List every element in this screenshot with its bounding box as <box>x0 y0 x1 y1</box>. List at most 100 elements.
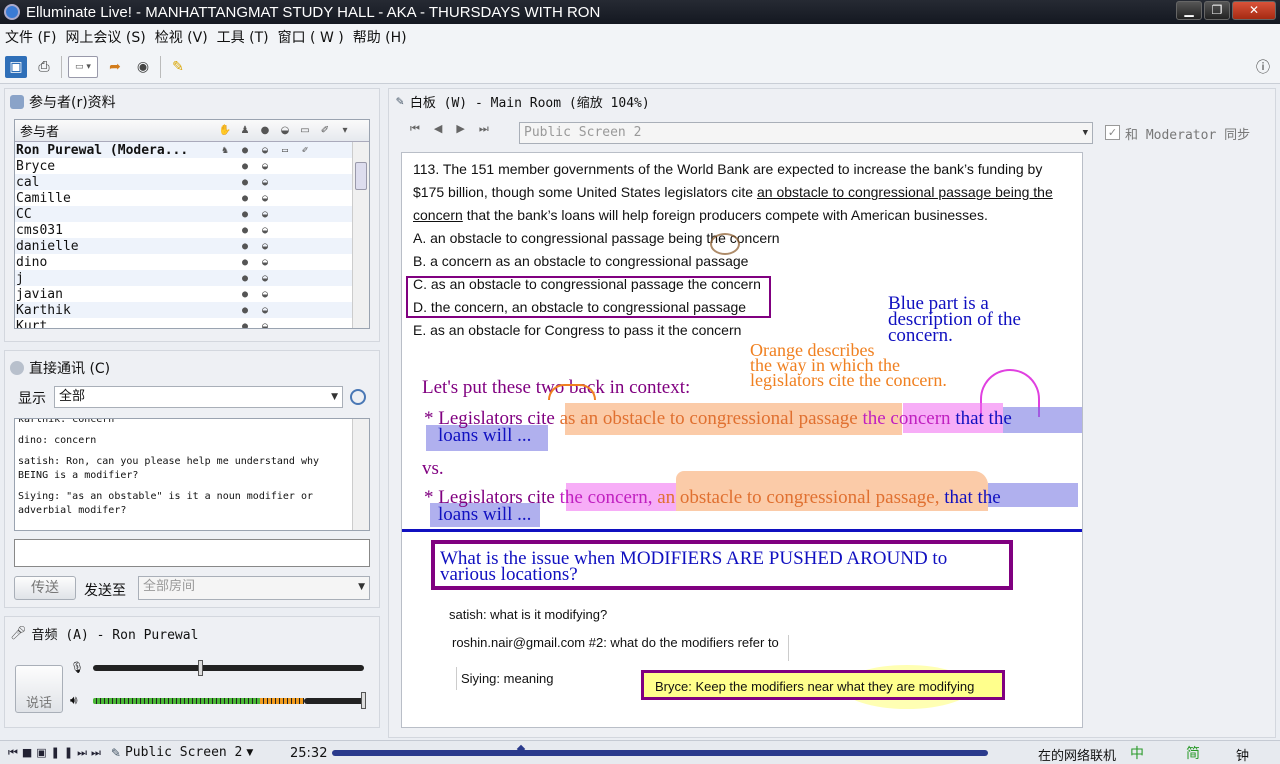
first-screen-icon[interactable]: ⏮ <box>410 122 420 136</box>
list-item[interactable]: cal ● ◒ <box>15 174 369 190</box>
chevron-down-icon[interactable]: ▼ <box>246 748 253 758</box>
layout-icon[interactable]: ▭ ▾ <box>68 55 98 78</box>
chat-input[interactable] <box>14 539 370 567</box>
user-icon: ● <box>241 320 249 329</box>
chat-permission-icon[interactable]: ◒ <box>275 125 295 136</box>
pen-icon: ✐ <box>301 144 309 156</box>
sentence-one: * Legislators cite as an obstacle to con… <box>424 408 1012 446</box>
list-item[interactable]: Karthik ● ◒ <box>15 302 369 318</box>
screen-nav: ⏮ ◀ ▶ ⏭ <box>410 122 489 136</box>
save-icon[interactable]: ▣ <box>5 55 27 78</box>
help-icon[interactable]: ⓘ <box>1252 56 1274 78</box>
menu-bar: 文件 (F) 网上会议 (S) 检视 (V) 工具 (T) 窗口 ( W ) 帮… <box>0 24 1280 50</box>
microphone-icon: 🎤︎ <box>10 626 27 641</box>
list-item[interactable]: Camille ● ◒ <box>15 190 369 206</box>
sync-label: 和 Moderator 同步 <box>1125 128 1251 143</box>
menu-session[interactable]: 网上会议 (S) <box>65 27 145 47</box>
note-satish: satish: what is it modifying? <box>449 607 608 622</box>
last-screen-icon[interactable]: ⏭ <box>479 122 489 136</box>
menu-window[interactable]: 窗口 ( W ) <box>278 27 344 47</box>
talk-button[interactable]: 说话 <box>15 665 63 713</box>
ime-simplified[interactable]: 简 <box>1186 743 1200 763</box>
list-item[interactable]: Bryce ● ◒ <box>15 158 369 174</box>
speaker-slider-thumb[interactable] <box>361 692 366 709</box>
list-item[interactable]: javian ● ◒ <box>15 286 369 302</box>
share-icon[interactable]: ➦ <box>104 56 126 78</box>
blue-highlight <box>988 483 1078 507</box>
user-icon: ● <box>241 240 249 252</box>
list-item[interactable]: CC ● ◒ <box>15 206 369 222</box>
minimize-button[interactable]: ▁ <box>1176 1 1202 20</box>
toolbar-divider <box>61 55 62 78</box>
user-icon: ● <box>241 208 249 220</box>
blue-highlight <box>1003 407 1082 433</box>
prev-screen-icon[interactable]: ◀ <box>434 122 442 136</box>
next-screen-icon[interactable]: ▶ <box>456 122 464 136</box>
question-line: $175 billion, though some United States … <box>413 184 1053 200</box>
moderator-icon[interactable]: ♟ <box>235 125 255 136</box>
menu-file[interactable]: 文件 (F) <box>5 27 56 47</box>
clock-icon[interactable] <box>350 389 366 405</box>
speaker-level-meter <box>93 698 275 704</box>
chat-icon: ◒ <box>261 240 269 252</box>
sync-checkbox[interactable]: ✓ <box>1105 125 1120 140</box>
mic-volume-icon: 🎙︎ <box>70 661 84 674</box>
pen-icon[interactable]: ✐ <box>315 125 335 136</box>
raise-hand-icon[interactable]: ✋ <box>215 125 235 136</box>
column-menu-icon[interactable]: ▾ <box>335 125 355 136</box>
participants-title: 参与者(r)资料 <box>10 92 116 112</box>
user-icon: ● <box>241 144 249 156</box>
menu-view[interactable]: 检视 (V) <box>155 27 208 47</box>
talk-label: 说话 <box>25 696 52 711</box>
whiteboard-title: ✎ 白板 (W) - Main Room (缩放 104%) <box>396 94 650 111</box>
menu-help[interactable]: 帮助 (H) <box>353 27 407 47</box>
speaker-volume-track[interactable] <box>304 698 364 704</box>
restore-button[interactable]: ❐ <box>1204 1 1230 20</box>
divider-line <box>402 529 1082 532</box>
list-item[interactable]: cms031 ● ◒ <box>15 222 369 238</box>
whiteboard-canvas[interactable]: 113. The 151 member governments of the W… <box>401 152 1083 728</box>
scrollbar-thumb[interactable] <box>355 162 367 190</box>
playback-controls[interactable]: ⏮■▣❚❚⏭⏭ <box>8 746 105 760</box>
participants-column-name[interactable]: 参与者 <box>15 121 215 140</box>
note-bryce: Bryce: Keep the modifiers near what they… <box>641 670 1005 700</box>
chat-filter-select[interactable]: 全部 ▼ <box>54 386 343 408</box>
chat-icon: ◒ <box>261 176 269 188</box>
send-to-select[interactable]: 全部房间 ▼ <box>138 576 370 600</box>
app-share-icon[interactable]: ◉ <box>132 56 154 78</box>
notes-icon[interactable]: ✎ <box>167 56 189 78</box>
close-button[interactable]: ✕ <box>1232 1 1276 20</box>
list-item[interactable]: Kurt ● ◒ <box>15 318 369 329</box>
vs-label: vs. <box>422 458 444 479</box>
send-button[interactable]: 传送 <box>14 576 76 600</box>
list-item[interactable]: danielle ● ◒ <box>15 238 369 254</box>
screen-icon: ▭ <box>281 144 289 156</box>
participants-list[interactable]: 参与者 ✋ ♟ ● ◒ ▭ ✐ ▾ Ron Purewal (Modera...… <box>14 119 370 329</box>
user-icon[interactable]: ● <box>255 125 275 136</box>
participants-header: 参与者 ✋ ♟ ● ◒ ▭ ✐ ▾ <box>15 120 369 142</box>
list-item[interactable]: j ● ◒ <box>15 270 369 286</box>
print-icon[interactable]: ⎙ <box>33 56 55 78</box>
list-item[interactable]: dino ● ◒ <box>15 254 369 270</box>
title-bar: Elluminate Live! - MANHATTANGMAT STUDY H… <box>0 0 1280 24</box>
menu-tools[interactable]: 工具 (T) <box>217 27 269 47</box>
ime-chinese[interactable]: 中 <box>1130 743 1144 763</box>
chat-scrollbar[interactable] <box>352 419 369 530</box>
status-screen[interactable]: Public Screen 2 <box>125 745 242 760</box>
participants-scrollbar[interactable] <box>352 142 369 328</box>
user-icon: ● <box>241 272 249 284</box>
user-icon: ● <box>241 304 249 316</box>
chat-icon: ◒ <box>261 224 269 236</box>
screen-icon[interactable]: ▭ <box>295 125 315 136</box>
toolbar-divider <box>160 55 161 78</box>
list-item[interactable]: Ron Purewal (Modera... ♞ ● ◒ ▭ ✐ <box>15 142 369 158</box>
mic-volume-slider[interactable] <box>93 665 364 671</box>
user-icon: ● <box>241 176 249 188</box>
timeline-marker[interactable] <box>516 744 526 754</box>
timeline-bar[interactable] <box>332 744 988 756</box>
user-icon: ● <box>241 256 249 268</box>
mic-slider-thumb[interactable] <box>198 660 204 676</box>
user-icon: ● <box>241 288 249 300</box>
screen-select[interactable]: Public Screen 2 ▼ <box>519 122 1093 144</box>
chat-show-label: 显示 <box>18 391 46 407</box>
